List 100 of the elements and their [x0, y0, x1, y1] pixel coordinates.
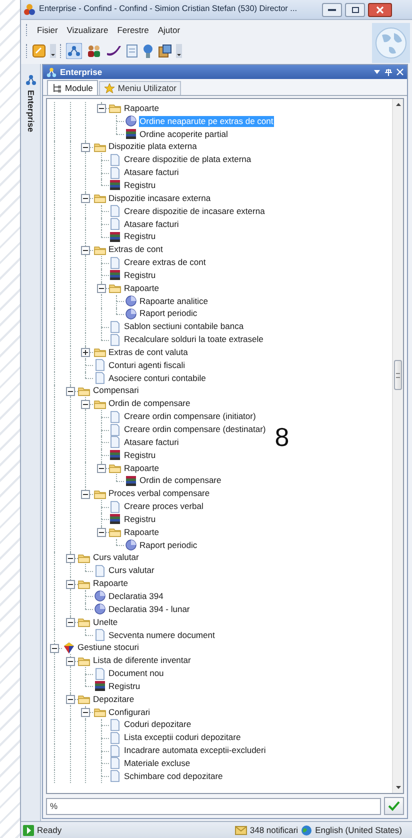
tree-item[interactable]: Lista de diferente inventar	[92, 655, 192, 666]
tree-item[interactable]: Registru	[123, 231, 157, 242]
tree-item[interactable]: Registru	[123, 450, 157, 461]
tree-item[interactable]: Conturi agenti fiscali	[108, 360, 186, 371]
close-button[interactable]	[368, 2, 392, 16]
scroll-thumb[interactable]	[394, 360, 402, 390]
tree-item[interactable]: Atasare facturi	[123, 167, 180, 178]
tree-item[interactable]: Raport periodic	[138, 308, 198, 320]
collapse-icon[interactable]	[96, 464, 106, 474]
tree-item[interactable]: Materiale excluse	[123, 758, 192, 769]
dropdown-arrow-icon[interactable]	[373, 68, 381, 76]
document-icon	[109, 218, 121, 230]
collapse-icon[interactable]	[81, 142, 90, 152]
side-tab[interactable]: Enterprise	[21, 64, 41, 821]
filter-field[interactable]: %	[46, 798, 381, 814]
tree-item[interactable]: Dispozitie plata externa	[108, 141, 198, 152]
network-icon[interactable]	[66, 43, 82, 59]
collapse-icon[interactable]	[81, 708, 90, 718]
tree-item[interactable]: Unelte	[92, 616, 119, 628]
tree-item[interactable]: Raport periodic	[138, 540, 198, 551]
collapse-icon[interactable]	[66, 386, 74, 396]
tree-item[interactable]: Secventa numere document	[108, 630, 216, 641]
collapse-icon[interactable]	[66, 656, 74, 666]
tree-item[interactable]: Gestiune stocuri	[76, 642, 140, 654]
tree-item[interactable]: Creare ordin compensare (destinatar)	[123, 424, 267, 436]
tree-item[interactable]: Proces verbal compensare	[108, 488, 211, 500]
tab[interactable]: Meniu Utilizator	[98, 81, 182, 95]
close-icon[interactable]	[396, 68, 404, 76]
tree-item[interactable]: Creare extras de cont	[123, 257, 207, 268]
collapse-icon[interactable]	[96, 104, 106, 114]
collapse-icon[interactable]	[50, 644, 59, 653]
pie-chart-icon	[124, 295, 136, 308]
tree-item[interactable]: Rapoarte	[123, 282, 160, 294]
tree-item[interactable]: Curs valutar	[108, 565, 156, 576]
tree-item[interactable]: Asociere conturi contabile	[108, 372, 207, 384]
tree-item[interactable]: Schimbare cod depozitare	[123, 770, 224, 782]
tree-item[interactable]: Recalculare solduri la toate extrasele	[123, 334, 264, 346]
tree-item[interactable]: Creare dispozitie de incasare externa	[123, 206, 266, 217]
books-icon	[109, 269, 121, 282]
swoosh-icon[interactable]	[106, 44, 122, 58]
collapse-icon[interactable]	[81, 194, 90, 204]
collapse-icon[interactable]	[81, 400, 90, 409]
tree-item[interactable]: Configurari	[108, 706, 152, 718]
expand-icon[interactable]	[81, 348, 90, 358]
collapse-icon[interactable]	[66, 580, 74, 589]
tree-item[interactable]: Extras de cont valuta	[108, 346, 189, 358]
collapse-icon[interactable]	[81, 246, 90, 255]
tree-item[interactable]: Registru	[108, 680, 142, 692]
menu-item[interactable]: Ferestre	[117, 24, 149, 36]
tree-item[interactable]: Sablon sectiuni contabile banca	[123, 321, 245, 332]
tree-item[interactable]: Atasare facturi	[123, 436, 180, 448]
menu-item[interactable]: Ajutor	[158, 24, 180, 36]
tree-item[interactable]: Document nou	[108, 668, 165, 680]
tree-item[interactable]: Rapoarte	[123, 462, 160, 474]
tree-item[interactable]: Lista exceptii coduri depozitare	[123, 732, 242, 744]
note-icon[interactable]	[32, 44, 46, 58]
tree-item[interactable]: Creare proces verbal	[123, 501, 204, 512]
tree-item[interactable]: Rapoarte	[123, 526, 160, 538]
collapse-icon[interactable]	[96, 284, 106, 294]
tree-item[interactable]: Compensari	[92, 385, 140, 396]
tree-item[interactable]: Ordin de compensare	[108, 398, 192, 410]
pin-icon[interactable]	[384, 68, 393, 76]
notifications-count[interactable]: 348 notificari	[250, 824, 298, 836]
collapse-icon[interactable]	[96, 528, 106, 538]
tree-item[interactable]: Dispozitie incasare externa	[108, 192, 212, 204]
tree-item[interactable]: Ordin de compensare	[138, 475, 222, 486]
tree-item[interactable]: Depozitare	[92, 694, 136, 705]
tree-item[interactable]: Registru	[123, 270, 157, 281]
menu-item[interactable]: Fisier	[37, 24, 58, 36]
users-icon[interactable]	[86, 44, 102, 58]
page-icon[interactable]	[126, 44, 138, 58]
tree-item[interactable]: Coduri depozitare	[123, 719, 192, 730]
maximize-button[interactable]	[345, 2, 365, 16]
tree-item[interactable]: Registru	[123, 180, 157, 191]
tree-item[interactable]: Declaratia 394	[108, 590, 164, 602]
tree-item[interactable]: Creare dispozitie de plata externa	[123, 154, 252, 166]
up-arrow-icon	[396, 103, 400, 106]
pie-chart-icon	[124, 115, 136, 128]
tree-item[interactable]: Registru	[123, 514, 157, 525]
tree-item[interactable]: Atasare facturi	[123, 218, 180, 230]
collapse-icon[interactable]	[81, 490, 90, 499]
folder-icon	[94, 346, 106, 358]
menu-item[interactable]: Vizualizare	[66, 24, 108, 36]
tree-item[interactable]: Rapoarte	[92, 578, 129, 590]
collapse-icon[interactable]	[66, 618, 74, 628]
tree-item[interactable]: Rapoarte analitice	[138, 296, 210, 307]
tree-item[interactable]: Rapoarte	[123, 102, 160, 114]
box-icon[interactable]	[158, 44, 172, 58]
tab[interactable]: Module	[47, 80, 98, 95]
tree-item[interactable]: Creare ordin compensare (initiator)	[123, 411, 257, 422]
tree-item[interactable]: Declaratia 394 - lunar	[108, 604, 191, 615]
language-indicator[interactable]: English (United States)	[315, 824, 410, 836]
tree-item[interactable]: Curs valutar	[92, 552, 140, 564]
collapse-icon[interactable]	[66, 554, 74, 563]
tree-item[interactable]: Ordine acoperite partial	[138, 128, 229, 140]
collapse-icon[interactable]	[66, 695, 74, 704]
tree-item[interactable]: Incadrare automata exceptii-excluderi	[123, 745, 267, 756]
minimize-button[interactable]	[322, 2, 342, 16]
bulb-icon[interactable]	[142, 44, 154, 58]
tree-item[interactable]: Extras de cont	[108, 244, 164, 256]
